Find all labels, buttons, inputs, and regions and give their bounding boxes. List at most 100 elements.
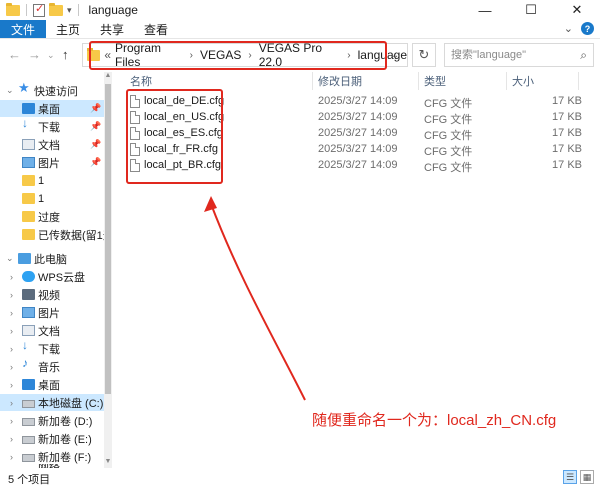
annotation-text: 随便重命名一个为：local_zh_CN.cfg <box>312 412 557 429</box>
column-header-size[interactable]: 大小 <box>512 72 534 90</box>
close-button[interactable]: ✕ <box>554 0 600 20</box>
tab-view[interactable]: 查看 <box>134 20 178 38</box>
forward-icon[interactable]: → <box>28 47 41 62</box>
column-header-type[interactable]: 类型 <box>424 72 446 90</box>
breadcrumb-vegas-pro[interactable]: VEGAS Pro 22.0 <box>259 41 341 69</box>
sidebar-item-drive-e[interactable]: › 新加卷 (E:) <box>0 430 112 447</box>
sidebar-item-downloads[interactable]: ↓ 下载 📌 <box>0 118 112 135</box>
pin-icon[interactable]: 📌 <box>90 157 101 168</box>
title-bar: ▾ language — ☐ ✕ <box>0 0 600 20</box>
chevron-right-icon[interactable]: › <box>10 452 13 462</box>
sidebar-item-pc-pictures[interactable]: › 图片 <box>0 304 112 321</box>
customize-toolbar-icon[interactable]: ▾ <box>67 5 72 16</box>
sidebar-item-uploaded[interactable]: 已传数据(留1天) <box>0 226 112 243</box>
sidebar-label: 1 <box>38 174 45 187</box>
chevron-right-icon[interactable]: › <box>190 50 193 61</box>
sidebar-quick-access[interactable]: ⌄ ★ 快速访问 <box>0 82 112 99</box>
sidebar-label: 下载 <box>38 343 60 356</box>
sidebar-label: 音乐 <box>38 361 60 374</box>
properties-icon[interactable] <box>33 2 45 17</box>
sidebar-item-pictures[interactable]: 图片 📌 <box>0 154 112 171</box>
column-divider[interactable] <box>312 72 313 90</box>
file-date: 2025/3/27 14:09 <box>318 111 398 123</box>
breadcrumb-language[interactable]: language <box>358 48 407 62</box>
sidebar-scrollbar[interactable] <box>104 72 112 468</box>
column-divider[interactable] <box>578 72 579 90</box>
tab-home[interactable]: 主页 <box>46 20 90 38</box>
file-type: CFG 文件 <box>424 162 473 174</box>
sidebar-label: 新加卷 (D:) <box>38 415 93 428</box>
file-type: CFG 文件 <box>424 98 473 110</box>
address-bar[interactable]: « Program Files › VEGAS › VEGAS Pro 22.0… <box>82 41 408 69</box>
sidebar-item-guodu[interactable]: 过度 <box>0 208 112 225</box>
details-view-icon[interactable]: ☰ <box>563 470 577 484</box>
annotation-arrow <box>204 196 306 401</box>
sidebar-item-drive-d[interactable]: › 新加卷 (D:) <box>0 412 112 429</box>
chevron-right-icon[interactable]: › <box>10 344 13 354</box>
chevron-right-icon[interactable]: › <box>10 380 13 390</box>
chevron-right-icon[interactable]: › <box>10 434 13 444</box>
chevron-right-icon[interactable]: › <box>10 362 13 372</box>
sidebar-item-videos[interactable]: › 视频 <box>0 286 112 303</box>
chevron-right-icon[interactable]: › <box>10 272 13 282</box>
large-icons-view-icon[interactable]: ▦ <box>580 470 594 484</box>
maximize-button[interactable]: ☐ <box>508 0 554 20</box>
picture-icon <box>22 307 35 318</box>
breadcrumb-overflow[interactable]: « <box>104 48 111 62</box>
search-input[interactable] <box>451 49 569 61</box>
minimize-button[interactable]: — <box>462 0 508 20</box>
scrollbar-thumb[interactable] <box>105 84 111 394</box>
sidebar-item-pc-downloads[interactable]: › ↓ 下载 <box>0 340 112 357</box>
chevron-down-icon[interactable]: ⌄ <box>6 85 14 96</box>
address-dropdown-icon[interactable]: ⌄ <box>391 50 399 61</box>
back-icon[interactable]: ← <box>8 47 21 62</box>
expand-ribbon-icon[interactable]: ⌄ <box>564 22 573 35</box>
sidebar-item-desktop[interactable]: 桌面 📌 <box>0 100 112 117</box>
sidebar-item-folder-1b[interactable]: 1 <box>0 190 112 207</box>
up-icon[interactable]: ↑ <box>62 47 69 62</box>
download-icon: ↓ <box>22 118 28 130</box>
sidebar-label: 视频 <box>38 289 60 302</box>
navigation-bar: ← → ⌄ ↑ « Program Files › VEGAS › VEGAS … <box>0 38 600 70</box>
recent-locations-icon[interactable]: ⌄ <box>47 50 55 61</box>
pin-icon[interactable]: 📌 <box>90 121 101 132</box>
chevron-right-icon[interactable]: › <box>10 290 13 300</box>
new-folder-icon[interactable] <box>49 2 63 16</box>
sidebar-this-pc[interactable]: ⌄ 此电脑 <box>0 250 112 267</box>
pin-icon[interactable]: 📌 <box>90 103 101 114</box>
column-divider[interactable] <box>418 72 419 90</box>
help-icon[interactable]: ? <box>581 22 594 35</box>
desktop-icon <box>22 103 35 114</box>
breadcrumb-vegas[interactable]: VEGAS <box>200 48 241 62</box>
sidebar-item-folder-1[interactable]: 1 <box>0 172 112 189</box>
sidebar-item-drive-f[interactable]: › 新加卷 (F:) <box>0 448 112 465</box>
tab-file[interactable]: 文件 <box>0 20 47 38</box>
sidebar-item-wps-cloud[interactable]: › WPS云盘 <box>0 268 112 285</box>
sidebar-item-drive-c[interactable]: › 本地磁盘 (C:) <box>0 394 112 411</box>
sidebar-label: 此电脑 <box>34 253 67 266</box>
sidebar-item-pc-desktop[interactable]: › 桌面 <box>0 376 112 393</box>
column-divider[interactable] <box>506 72 507 90</box>
sidebar-item-documents[interactable]: 文档 📌 <box>0 136 112 153</box>
refresh-button[interactable]: ↻ <box>412 43 436 67</box>
sidebar-label: 新加卷 (F:) <box>38 451 92 464</box>
tab-share[interactable]: 共享 <box>90 20 134 38</box>
breadcrumb-program-files[interactable]: Program Files <box>115 41 183 69</box>
search-icon[interactable]: ⌕ <box>580 48 587 63</box>
column-header-date[interactable]: 修改日期 <box>318 72 362 90</box>
music-icon: ♪ <box>22 358 28 370</box>
pin-icon[interactable]: 📌 <box>90 139 101 150</box>
scroll-down-icon[interactable]: ▼ <box>104 458 112 465</box>
scroll-up-icon[interactable]: ▲ <box>104 72 112 79</box>
sidebar-item-pc-documents[interactable]: › 文档 <box>0 322 112 339</box>
sidebar-item-music[interactable]: › ♪ 音乐 <box>0 358 112 375</box>
chevron-right-icon[interactable]: › <box>10 326 13 336</box>
chevron-right-icon[interactable]: › <box>347 50 350 61</box>
column-header-name[interactable]: 名称 <box>130 72 152 90</box>
chevron-right-icon[interactable]: › <box>10 308 13 318</box>
chevron-down-icon[interactable]: ⌄ <box>6 253 14 264</box>
search-box[interactable]: ⌕ <box>444 43 594 67</box>
chevron-right-icon[interactable]: › <box>10 398 13 408</box>
chevron-right-icon[interactable]: › <box>10 416 13 426</box>
chevron-right-icon[interactable]: › <box>248 50 251 61</box>
